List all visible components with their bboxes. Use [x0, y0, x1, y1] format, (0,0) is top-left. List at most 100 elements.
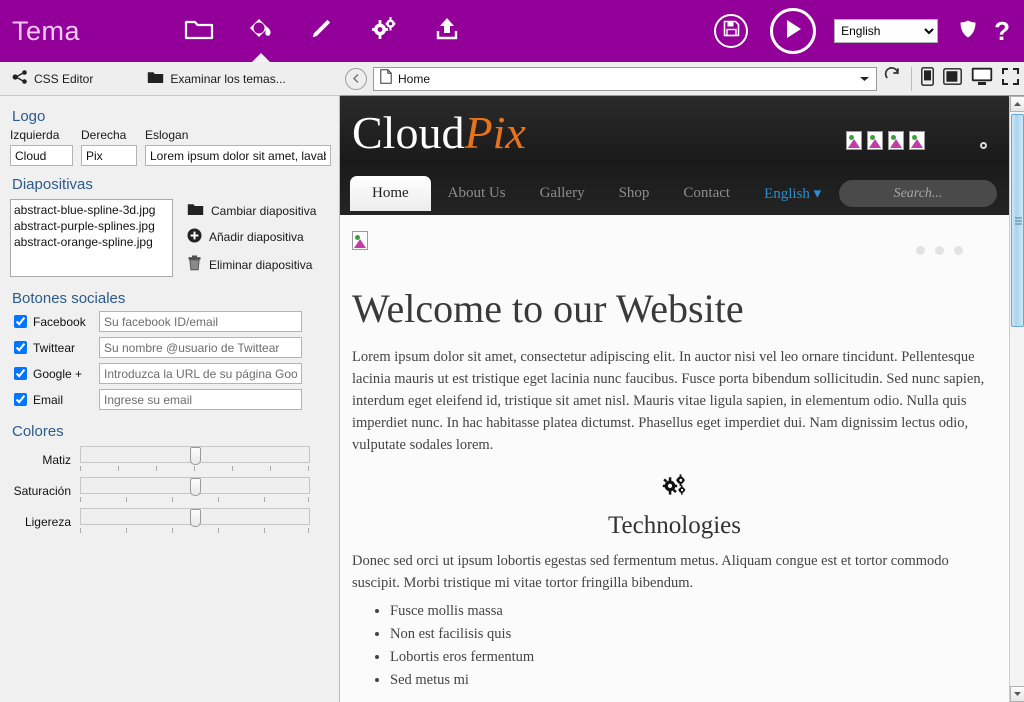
googleplus-label: Google +: [33, 366, 83, 381]
pencil-icon: [309, 16, 337, 47]
gears-icon: [370, 16, 400, 47]
list-item: Fusce mollis massa: [390, 600, 997, 623]
theme-paint-button[interactable]: [230, 0, 292, 62]
logo-right-label: Derecha: [81, 128, 127, 142]
slider-row-hue: Matiz: [10, 446, 329, 474]
header-dot-icon: [980, 142, 987, 149]
back-button[interactable]: [345, 67, 367, 90]
fullscreen-button[interactable]: [1002, 67, 1019, 90]
shield-icon: [958, 20, 978, 43]
broken-image-icon[interactable]: [888, 131, 904, 150]
logo-fields-row: Izquierda Derecha Eslogan: [10, 128, 331, 166]
site-carousel: [352, 215, 997, 279]
scrollbar-thumb[interactable]: [1011, 114, 1024, 327]
list-item[interactable]: abstract-orange-spline.jpg: [14, 234, 169, 250]
list-item[interactable]: abstract-blue-spline-3d.jpg: [14, 202, 169, 218]
device-preview-buttons: [911, 66, 1019, 91]
scroll-down-button[interactable]: [1010, 686, 1024, 702]
page-selector[interactable]: Home: [373, 66, 877, 91]
open-folder-button[interactable]: [168, 0, 230, 62]
change-slide-button[interactable]: Cambiar diapositiva: [187, 202, 316, 219]
email-checkbox[interactable]: [14, 393, 27, 406]
site-preview: CloudPix Home About Us Gallery Shop Cont…: [340, 96, 1009, 702]
scroll-up-button[interactable]: [1010, 96, 1024, 112]
googleplus-input[interactable]: [99, 363, 302, 384]
desktop-preview-button[interactable]: [971, 67, 993, 91]
delete-slide-button[interactable]: Eliminar diapositiva: [187, 255, 316, 274]
logo-right-input[interactable]: [81, 145, 137, 166]
slides-section-title: Diapositivas: [12, 176, 93, 193]
upload-icon: [433, 16, 461, 47]
carousel-dots: [916, 246, 963, 255]
colors-section-title: Colores: [12, 423, 64, 440]
broken-image-icon[interactable]: [909, 131, 925, 150]
language-select[interactable]: English: [834, 19, 939, 43]
css-editor-label: CSS Editor: [34, 71, 94, 86]
nav-item-shop[interactable]: Shop: [602, 178, 667, 209]
lightness-slider-thumb[interactable]: [190, 509, 201, 527]
browse-themes-label: Examinar los temas...: [170, 71, 286, 86]
broken-image-icon[interactable]: [867, 131, 883, 150]
toolbar-icon-group: [168, 0, 478, 62]
phone-icon: [921, 66, 934, 91]
twitter-label: Twittear: [33, 340, 76, 355]
phone-preview-button[interactable]: [921, 66, 934, 91]
email-input[interactable]: [99, 389, 302, 410]
plus-circle-icon: [187, 228, 202, 246]
settings-gears-button[interactable]: [354, 0, 416, 62]
site-logo[interactable]: CloudPix: [352, 106, 526, 159]
carousel-dot[interactable]: [916, 246, 925, 255]
logo-slogan-input[interactable]: [145, 145, 331, 166]
nav-item-about-us[interactable]: About Us: [431, 178, 523, 209]
shield-button[interactable]: [958, 19, 978, 44]
site-logo-right: Pix: [464, 107, 526, 158]
scrollbar-grip-icon: [1015, 215, 1022, 226]
refresh-button[interactable]: [877, 67, 907, 90]
site-search-input[interactable]: Search...: [839, 180, 997, 207]
carousel-dot[interactable]: [935, 246, 944, 255]
color-sliders: Matiz Saturación Ligereza: [10, 446, 329, 536]
tablet-icon: [943, 67, 962, 90]
slide-actions: Cambiar diapositiva Añadir diapositiva E…: [187, 199, 316, 277]
trash-icon: [187, 255, 202, 274]
broken-image-icon[interactable]: [846, 131, 862, 150]
floppy-disk-icon: [723, 20, 740, 42]
nav-item-contact[interactable]: Contact: [666, 178, 747, 209]
nav-item-home[interactable]: Home: [350, 176, 431, 211]
css-editor-button[interactable]: CSS Editor: [8, 70, 97, 87]
nav-item-language[interactable]: English ▾: [747, 177, 838, 210]
change-slide-label: Cambiar diapositiva: [211, 203, 317, 218]
browse-themes-button[interactable]: Examinar los temas...: [143, 70, 289, 87]
chevron-down-icon[interactable]: [859, 70, 870, 88]
add-slide-button[interactable]: Añadir diapositiva: [187, 228, 316, 246]
facebook-checkbox[interactable]: [14, 315, 27, 328]
preview-scrollbar[interactable]: [1009, 96, 1024, 702]
list-item[interactable]: abstract-purple-splines.jpg: [14, 218, 169, 234]
publish-upload-button[interactable]: [416, 0, 478, 62]
site-social-buttons: [846, 131, 925, 150]
help-button[interactable]: ?: [994, 18, 1010, 44]
save-button[interactable]: [714, 14, 749, 48]
saturation-slider-ticks: [80, 497, 310, 503]
twitter-checkbox[interactable]: [14, 341, 27, 354]
edit-pencil-button[interactable]: [292, 0, 354, 62]
logo-left-input[interactable]: [10, 145, 73, 166]
slides-listbox[interactable]: abstract-blue-spline-3d.jpg abstract-pur…: [10, 199, 173, 277]
tablet-preview-button[interactable]: [943, 67, 962, 90]
preview-play-button[interactable]: [770, 8, 817, 54]
carousel-dot[interactable]: [954, 246, 963, 255]
googleplus-checkbox[interactable]: [14, 367, 27, 380]
hue-slider-thumb[interactable]: [190, 447, 201, 465]
twitter-input[interactable]: [99, 337, 302, 358]
nav-item-gallery[interactable]: Gallery: [523, 178, 602, 209]
intro-paragraph: Lorem ipsum dolor sit amet, consectetur …: [352, 349, 985, 453]
saturation-label: Saturación: [13, 484, 71, 498]
facebook-input[interactable]: [99, 311, 302, 332]
saturation-slider-thumb[interactable]: [190, 478, 201, 496]
social-row-googleplus: Google +: [10, 363, 329, 384]
page-title: Tema: [12, 15, 81, 46]
technologies-paragraph: Donec sed orci ut ipsum lobortis egestas…: [352, 553, 949, 591]
lightness-slider-ticks: [80, 528, 310, 534]
refresh-icon: [884, 67, 901, 90]
facebook-label: Facebook: [33, 314, 86, 329]
